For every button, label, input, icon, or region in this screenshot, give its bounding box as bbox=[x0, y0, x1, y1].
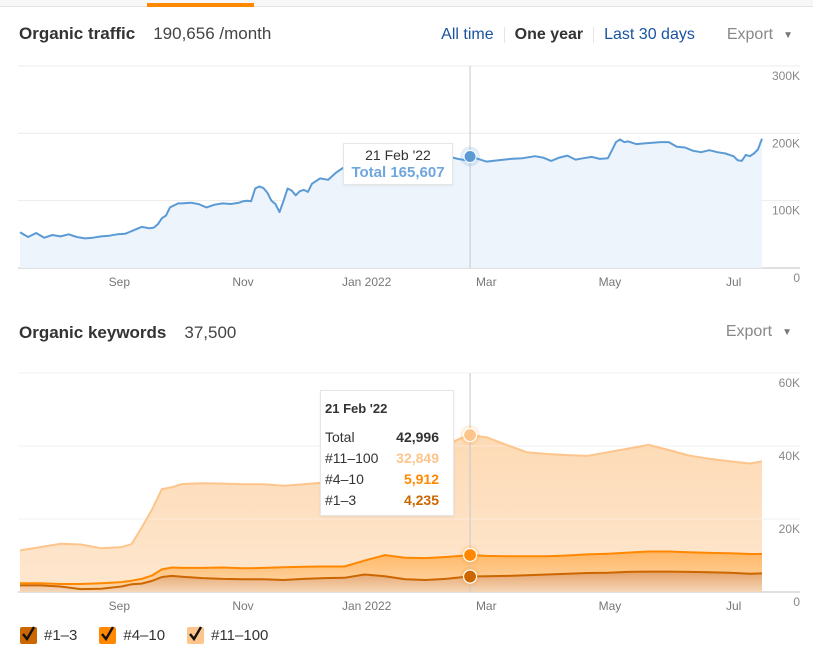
tooltip-row-total: Total 42,996 bbox=[325, 429, 439, 450]
y-tick-label: 60K bbox=[779, 376, 800, 390]
tooltip-row-11-100: #11–100 32,849 bbox=[325, 450, 439, 471]
legend-item-11-100[interactable]: #11–100 bbox=[187, 626, 269, 644]
checkbox-checked-icon[interactable] bbox=[187, 626, 205, 644]
tooltip-date: 21 Feb '22 bbox=[325, 401, 388, 416]
legend-item-1-3[interactable]: #1–3 bbox=[20, 626, 78, 644]
tooltip-row-value: 5,912 bbox=[403, 471, 439, 487]
tooltip-row-label: Total bbox=[325, 429, 355, 445]
series-1-3-hover-point bbox=[462, 569, 478, 584]
x-tick-label: Jul bbox=[726, 599, 741, 613]
keywords-legend: #1–3 #4–10 #11–100 bbox=[20, 626, 290, 644]
x-tick-label: Nov bbox=[232, 599, 253, 613]
tooltip-row-value: 32,849 bbox=[396, 450, 439, 466]
tooltip-row-label: #11–100 bbox=[325, 450, 379, 466]
y-tick-label: 0 bbox=[793, 595, 800, 609]
keywords-tooltip: 21 Feb '22 Total 42,996 #11–100 32,849 #… bbox=[320, 390, 454, 516]
checkbox-checked-icon[interactable] bbox=[99, 626, 117, 644]
tooltip-row-1-3: #1–3 4,235 bbox=[325, 492, 439, 513]
legend-label: #4–10 bbox=[123, 627, 166, 644]
x-tick-label: Jan 2022 bbox=[342, 599, 392, 613]
tooltip-row-value: 42,996 bbox=[396, 429, 439, 445]
legend-item-4-10[interactable]: #4–10 bbox=[99, 626, 166, 644]
tooltip-row-label: #4–10 bbox=[325, 471, 364, 487]
y-tick-label: 20K bbox=[779, 522, 800, 536]
series-11-100-hover-point bbox=[462, 427, 478, 443]
x-tick-label: May bbox=[599, 599, 622, 613]
x-tick-label: Mar bbox=[476, 599, 497, 613]
legend-label: #11–100 bbox=[211, 627, 269, 644]
y-tick-label: 40K bbox=[779, 449, 800, 463]
tooltip-row-label: #1–3 bbox=[325, 492, 357, 508]
tooltip-row-value: 4,235 bbox=[403, 492, 439, 508]
keywords-chart[interactable]: 60K 40K 20K 0 Sep Nov Jan 2022 Mar May Jul bbox=[0, 0, 813, 620]
x-tick-label: Sep bbox=[109, 599, 131, 613]
checkbox-checked-icon[interactable] bbox=[20, 626, 37, 644]
series-4-10-hover-point bbox=[462, 547, 478, 563]
legend-label: #1–3 bbox=[44, 627, 78, 644]
tooltip-row-4-10: #4–10 5,912 bbox=[325, 471, 439, 492]
